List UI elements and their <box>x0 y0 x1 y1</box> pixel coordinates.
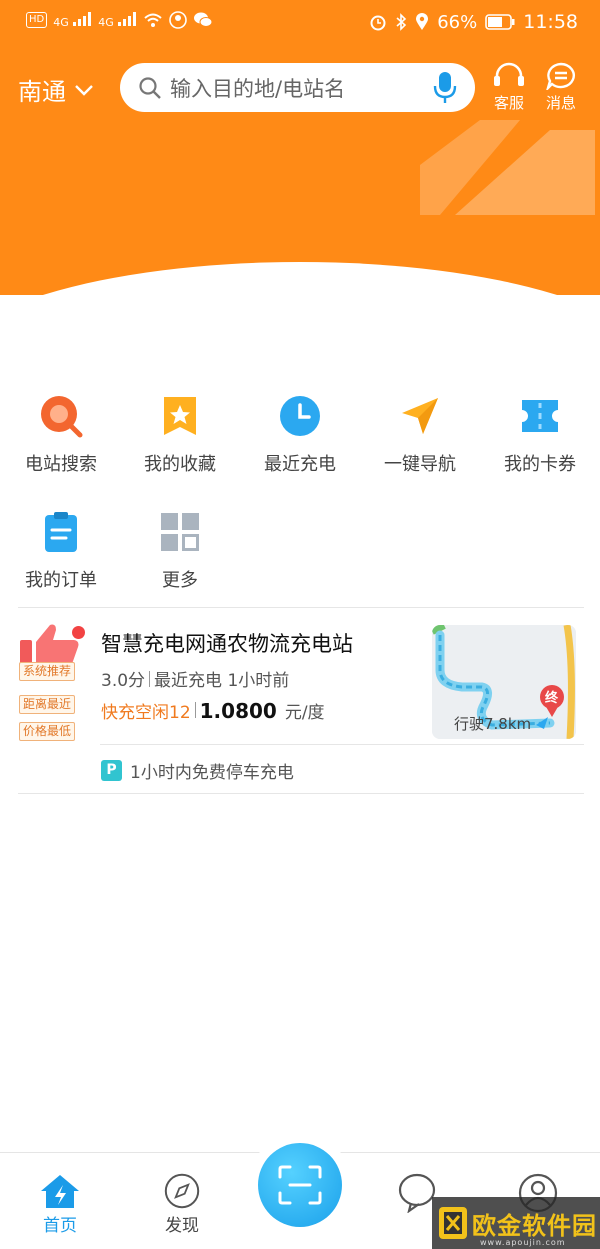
menu-label: 我的收藏 <box>144 454 216 475</box>
coupon-icon <box>522 400 558 432</box>
watermark-url: www.apoujin.com <box>480 1238 566 1247</box>
hd-indicator: HD <box>26 12 48 28</box>
header-banner <box>0 0 600 295</box>
driving-distance: 行驶7.8km <box>454 715 532 733</box>
bluetooth-icon <box>396 13 407 31</box>
menu-station-search[interactable]: 电站搜索 <box>11 394 111 476</box>
search-icon <box>139 76 161 99</box>
menu-coupons[interactable]: 我的卡券 <box>490 394 590 476</box>
station-search-icon <box>41 396 83 438</box>
menu-favorites[interactable]: 我的收藏 <box>130 394 230 476</box>
navigation-icon <box>402 398 438 434</box>
unread-dot <box>72 626 85 639</box>
headset-icon <box>494 62 524 86</box>
compass-icon <box>164 1173 200 1209</box>
tab-home[interactable]: 首页 <box>25 1173 95 1236</box>
tab-home-label: 首页 <box>43 1216 77 1236</box>
map-end-marker: 终 <box>545 691 559 706</box>
route-map-thumbnail[interactable]: 终 行驶7.8km <box>432 625 576 739</box>
station-status: 快充空闲12 1.0800 元/度 <box>101 698 325 723</box>
separator <box>194 702 196 718</box>
price-value: 1.0800 <box>199 699 277 723</box>
battery-icon <box>485 14 515 30</box>
customer-service-button[interactable]: 客服 <box>489 62 529 113</box>
search-bar[interactable]: 输入目的地/电站名 <box>120 63 475 112</box>
messages-label: 消息 <box>545 94 576 112</box>
divider <box>18 793 584 794</box>
scan-button-container <box>248 1133 352 1237</box>
banner-decoration <box>420 120 595 215</box>
divider <box>18 607 584 608</box>
messages-button[interactable]: 消息 <box>541 62 581 113</box>
menu-recent-charging[interactable]: 最近充电 <box>250 394 350 476</box>
clock-icon <box>280 396 320 436</box>
status-bar: HD 4G 4G 66% 11:58 <box>0 0 600 44</box>
wifi-icon <box>144 13 162 27</box>
home-icon <box>41 1175 79 1208</box>
wechat-icon <box>194 12 213 27</box>
location-icon <box>416 13 429 30</box>
signal-icon: 4G <box>98 11 137 29</box>
station-meta: 3.0分 最近充电 1小时前 <box>101 666 289 691</box>
recent-charge: 最近充电 1小时前 <box>154 671 290 691</box>
parking-text: 1小时内免费停车充电 <box>130 763 294 783</box>
search-input[interactable]: 输入目的地/电站名 <box>170 73 433 103</box>
header-curve <box>0 262 600 295</box>
menu-label: 最近充电 <box>264 454 336 475</box>
menu-label: 更多 <box>162 570 198 591</box>
clock: 11:58 <box>523 11 578 33</box>
menu-more[interactable]: 更多 <box>130 510 230 592</box>
menu-navigation[interactable]: 一键导航 <box>370 394 470 476</box>
separator <box>149 670 151 687</box>
alarm-icon <box>370 15 386 31</box>
notification-icon <box>169 11 188 29</box>
watermark-text: 欧金软件园 <box>472 1211 597 1240</box>
scan-button[interactable] <box>258 1143 342 1227</box>
watermark-logo <box>439 1207 467 1239</box>
signal-icon: 4G <box>53 11 92 29</box>
fast-charge-free: 快充空闲12 <box>101 703 191 723</box>
menu-orders[interactable]: 我的订单 <box>11 510 111 592</box>
favorites-icon <box>164 397 196 435</box>
tab-discover-label: 发现 <box>165 1216 199 1236</box>
station-name[interactable]: 智慧充电网通农物流充电站 <box>101 628 353 658</box>
orders-icon <box>45 512 77 552</box>
menu-label: 一键导航 <box>384 454 456 475</box>
tag-lowest-price: 价格最低 <box>19 722 76 741</box>
divider <box>100 744 584 745</box>
battery-percent: 66% <box>437 11 478 33</box>
customer-service-label: 客服 <box>493 94 524 112</box>
chat-bubble-icon <box>398 1173 436 1213</box>
chevron-down-icon <box>75 84 93 96</box>
menu-label: 我的订单 <box>25 570 97 591</box>
city-selector[interactable]: 南通 <box>18 72 94 107</box>
tag-recommended: 系统推荐 <box>19 662 76 681</box>
parking-icon: P <box>101 760 122 781</box>
message-icon <box>546 62 575 90</box>
price-unit: 元/度 <box>284 703 325 723</box>
microphone-icon[interactable] <box>433 71 457 105</box>
more-grid-icon <box>161 513 199 551</box>
station-rating: 3.0分 <box>101 671 146 691</box>
parking-info: P 1小时内免费停车充电 <box>101 758 294 783</box>
menu-label: 电站搜索 <box>25 454 97 475</box>
menu-label: 我的卡券 <box>504 454 576 475</box>
tab-discover[interactable]: 发现 <box>147 1173 217 1236</box>
city-label: 南通 <box>18 78 66 106</box>
scan-icon <box>278 1165 322 1205</box>
tag-nearest: 距离最近 <box>19 695 76 714</box>
